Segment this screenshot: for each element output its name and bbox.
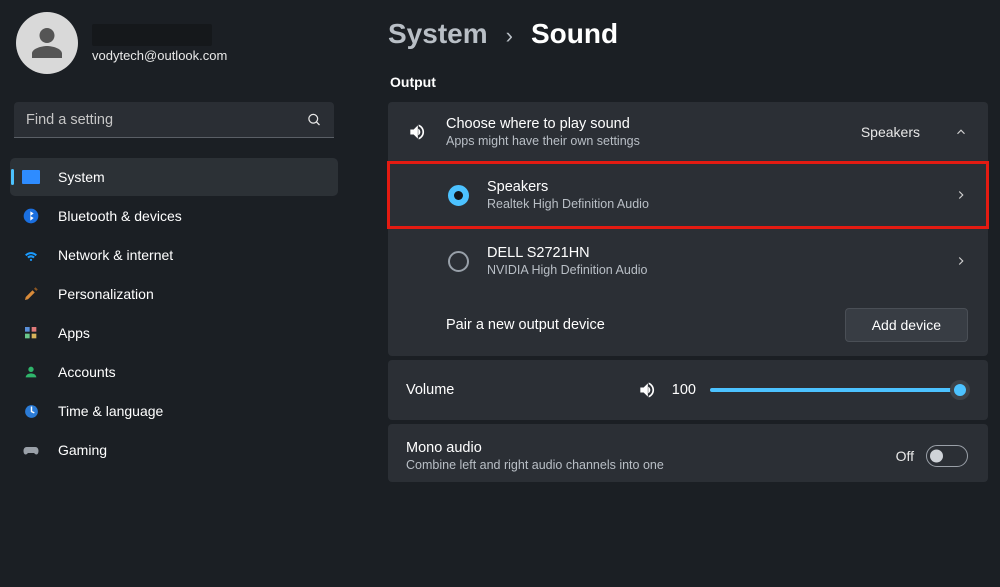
breadcrumb: System › Sound: [388, 18, 994, 50]
display-icon: [22, 168, 40, 186]
mono-audio-card: Mono audio Combine left and right audio …: [388, 424, 988, 482]
speaker-icon: [406, 122, 428, 142]
device-name: DELL S2721HN: [487, 245, 936, 261]
profile-name-redacted: [92, 24, 212, 46]
bluetooth-icon: [22, 207, 40, 225]
choose-output-row[interactable]: Choose where to play sound Apps might ha…: [388, 102, 988, 162]
sidebar-item-label: Apps: [58, 325, 90, 341]
choose-output-sub: Apps might have their own settings: [446, 134, 843, 148]
sidebar-item-gaming[interactable]: Gaming: [10, 431, 338, 469]
page-title: Sound: [531, 18, 618, 50]
sidebar-item-label: Bluetooth & devices: [58, 208, 182, 224]
output-card: Choose where to play sound Apps might ha…: [388, 102, 988, 356]
mono-title: Mono audio: [406, 440, 880, 456]
sidebar: vodytech@outlook.com System Bluetooth & …: [0, 0, 348, 587]
slider-track: [710, 388, 968, 392]
sidebar-item-label: Gaming: [58, 442, 107, 458]
output-section: Choose where to play sound Apps might ha…: [388, 102, 988, 482]
sidebar-item-network[interactable]: Network & internet: [10, 236, 338, 274]
volume-value: 100: [672, 382, 696, 398]
pair-label: Pair a new output device: [446, 317, 605, 333]
mono-sub: Combine left and right audio channels in…: [406, 458, 880, 472]
volume-label: Volume: [406, 382, 454, 398]
profile-text: vodytech@outlook.com: [92, 24, 227, 63]
sidebar-item-apps[interactable]: Apps: [10, 314, 338, 352]
paintbrush-icon: [22, 285, 40, 303]
volume-card: Volume 100: [388, 360, 988, 420]
add-device-button[interactable]: Add device: [845, 308, 968, 342]
chevron-up-icon: [954, 125, 968, 139]
device-sub: Realtek High Definition Audio: [487, 197, 936, 211]
search-icon: [307, 113, 322, 128]
toggle-knob: [930, 450, 943, 463]
main: System › Sound Output Choose where to pl…: [348, 0, 1000, 587]
pair-device-row: Pair a new output device Add device: [388, 294, 988, 356]
radio-selected-icon[interactable]: [448, 185, 469, 206]
chevron-right-icon[interactable]: [954, 188, 968, 202]
mono-state: Off: [896, 448, 914, 464]
chevron-right-icon: ›: [506, 23, 513, 49]
mono-audio-row: Mono audio Combine left and right audio …: [388, 424, 988, 482]
output-device-speakers[interactable]: Speakers Realtek High Definition Audio: [388, 162, 988, 228]
search-wrap: [14, 102, 334, 138]
nav: System Bluetooth & devices Network & int…: [10, 158, 338, 469]
mono-toggle[interactable]: [926, 445, 968, 467]
breadcrumb-parent[interactable]: System: [388, 18, 488, 50]
sidebar-item-time-language[interactable]: Time & language: [10, 392, 338, 430]
current-output-value: Speakers: [861, 124, 920, 140]
slider-thumb[interactable]: [950, 380, 970, 400]
sidebar-item-system[interactable]: System: [10, 158, 338, 196]
sidebar-item-bluetooth[interactable]: Bluetooth & devices: [10, 197, 338, 235]
volume-row: Volume 100: [388, 360, 988, 420]
radio-unselected-icon[interactable]: [448, 251, 469, 272]
device-name: Speakers: [487, 179, 936, 195]
choose-output-title: Choose where to play sound: [446, 116, 843, 132]
sidebar-item-label: Time & language: [58, 403, 163, 419]
sidebar-item-label: Personalization: [58, 286, 154, 302]
globe-clock-icon: [22, 402, 40, 420]
apps-icon: [22, 324, 40, 342]
sidebar-item-personalization[interactable]: Personalization: [10, 275, 338, 313]
sidebar-item-label: System: [58, 169, 105, 185]
search-input[interactable]: [14, 102, 334, 138]
chevron-right-icon[interactable]: [954, 254, 968, 268]
wifi-icon: [22, 246, 40, 264]
gaming-icon: [22, 441, 40, 459]
speaker-icon[interactable]: [636, 380, 658, 400]
person-icon: [29, 25, 65, 61]
output-device-dell[interactable]: DELL S2721HN NVIDIA High Definition Audi…: [388, 228, 988, 294]
profile-email: vodytech@outlook.com: [92, 48, 227, 63]
profile-block[interactable]: vodytech@outlook.com: [10, 8, 338, 82]
volume-slider[interactable]: [710, 381, 968, 399]
sidebar-item-accounts[interactable]: Accounts: [10, 353, 338, 391]
sidebar-item-label: Network & internet: [58, 247, 173, 263]
device-sub: NVIDIA High Definition Audio: [487, 263, 936, 277]
accounts-icon: [22, 363, 40, 381]
avatar: [16, 12, 78, 74]
section-output-title: Output: [390, 74, 994, 90]
sidebar-item-label: Accounts: [58, 364, 116, 380]
